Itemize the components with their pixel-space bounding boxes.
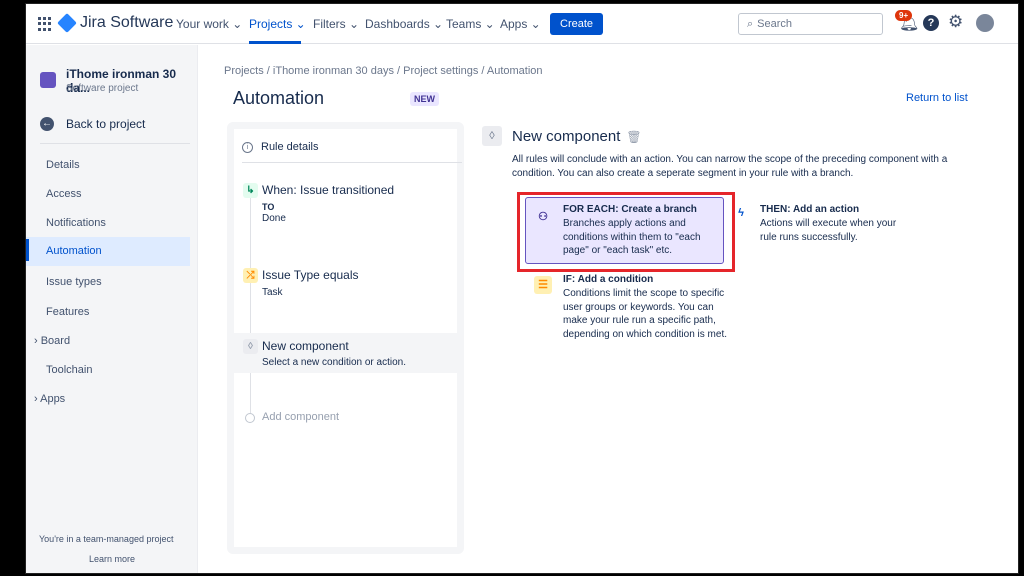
component-icon: ◊	[482, 126, 502, 146]
info-icon: i	[242, 141, 253, 153]
rule-panel: i Rule details ↳ When: Issue transitione…	[227, 122, 464, 554]
nav-apps[interactable]: Apps ⌄	[500, 17, 541, 31]
sidebar-item-automation[interactable]: Automation	[26, 237, 190, 266]
breadcrumb[interactable]: Projects / iThome ironman 30 days / Proj…	[224, 65, 543, 77]
notification-badge: 9+	[895, 10, 913, 21]
condition-title[interactable]: Issue Type equals	[262, 268, 359, 282]
then-action-title[interactable]: THEN: Add an action	[760, 204, 859, 215]
active-marker	[26, 239, 29, 261]
team-managed-note: You're in a team-managed project	[39, 534, 174, 544]
sidebar-item-board[interactable]: › Board	[26, 327, 190, 356]
trash-icon[interactable]: 🗑︎	[626, 130, 641, 144]
transition-icon: ↳	[243, 183, 258, 198]
condition-value: Task	[262, 287, 283, 298]
nav-filters[interactable]: Filters ⌄	[313, 17, 359, 31]
trigger-title[interactable]: When: Issue transitioned	[262, 183, 394, 197]
lightning-icon: ϟ	[738, 207, 744, 219]
then-action-description: Actions will execute when your rule runs…	[760, 218, 897, 243]
sidebar-item-issue-types[interactable]: Issue types	[26, 268, 190, 297]
app-window: Jira Software Your work ⌄ Projects ⌄ Fil…	[25, 3, 1019, 574]
component-header: New component 🗑︎	[512, 128, 642, 145]
trigger-to-value: Done	[262, 213, 286, 224]
logo-text: Jira Software	[80, 14, 174, 31]
jira-diamond-icon	[57, 13, 77, 33]
new-component-subtitle: Select a new condition or action.	[262, 357, 406, 368]
nav-dashboards[interactable]: Dashboards ⌄	[365, 17, 443, 31]
arrow-left-icon: ←	[40, 117, 54, 131]
if-condition-title[interactable]: IF: Add a condition	[563, 274, 653, 285]
back-to-project-button[interactable]: ← Back to project	[40, 117, 145, 131]
timeline-line	[250, 193, 251, 413]
divider	[40, 143, 190, 144]
sidebar-item-access[interactable]: Access	[26, 180, 190, 209]
return-to-list-link[interactable]: Return to list	[906, 92, 968, 104]
sidebar-item-toolchain[interactable]: Toolchain	[26, 356, 190, 385]
top-nav: Jira Software Your work ⌄ Projects ⌄ Fil…	[26, 4, 1018, 44]
search-icon: ⌕	[747, 17, 754, 30]
rule-card: i Rule details ↳ When: Issue transitione…	[234, 129, 462, 547]
add-component-button[interactable]: Add component	[262, 411, 339, 423]
trigger-to-label: TO	[262, 202, 275, 212]
search-input[interactable]: ⌕ Search	[738, 13, 883, 35]
avatar[interactable]	[976, 14, 994, 32]
sidebar-item-notifications[interactable]: Notifications	[26, 209, 190, 238]
new-badge: NEW	[410, 92, 439, 106]
new-component-title: New component	[262, 339, 349, 353]
create-button[interactable]: Create	[550, 13, 604, 35]
project-type: Software project	[66, 83, 139, 94]
sidebar-item-details[interactable]: Details	[26, 151, 190, 180]
jira-logo[interactable]: Jira Software	[57, 13, 174, 33]
branch-icon: ⚇	[538, 211, 548, 223]
component-placeholder-icon: ◊	[243, 339, 258, 354]
nav-active-underline	[249, 41, 301, 44]
component-title: New component	[512, 128, 621, 145]
sidebar: iThome ironman 30 da... Software project…	[26, 45, 198, 573]
new-component-step[interactable]: ◊ New component Select a new condition o…	[234, 333, 457, 373]
add-component-dot-icon	[245, 413, 255, 423]
for-each-description: Branches apply actions and conditions wi…	[563, 218, 701, 256]
filter-icon: ☰	[534, 276, 552, 294]
if-condition-description: Conditions limit the scope to specific u…	[563, 288, 727, 340]
sidebar-item-features[interactable]: Features	[26, 298, 190, 327]
condition-icon: ⤮	[243, 268, 258, 283]
rule-details-label: Rule details	[261, 141, 319, 153]
sidebar-item-apps[interactable]: › Apps	[26, 385, 190, 414]
back-label: Back to project	[66, 117, 146, 131]
app-switcher-icon[interactable]	[38, 17, 52, 31]
nav-your-work[interactable]: Your work ⌄	[176, 17, 242, 31]
divider	[242, 162, 462, 163]
gear-icon[interactable]: ⚙	[948, 12, 963, 32]
for-each-title: FOR EACH: Create a branch	[563, 204, 697, 215]
project-icon	[40, 72, 56, 88]
nav-projects[interactable]: Projects ⌄	[249, 17, 306, 31]
rule-details-button[interactable]: i Rule details	[242, 141, 318, 153]
help-icon[interactable]: ?	[923, 15, 939, 31]
search-placeholder: Search	[757, 18, 793, 30]
learn-more-link[interactable]: Learn more	[89, 554, 135, 564]
page-title: Automation	[233, 88, 325, 108]
component-description: All rules will conclude with an action. …	[512, 154, 948, 179]
nav-teams[interactable]: Teams ⌄	[446, 17, 495, 31]
